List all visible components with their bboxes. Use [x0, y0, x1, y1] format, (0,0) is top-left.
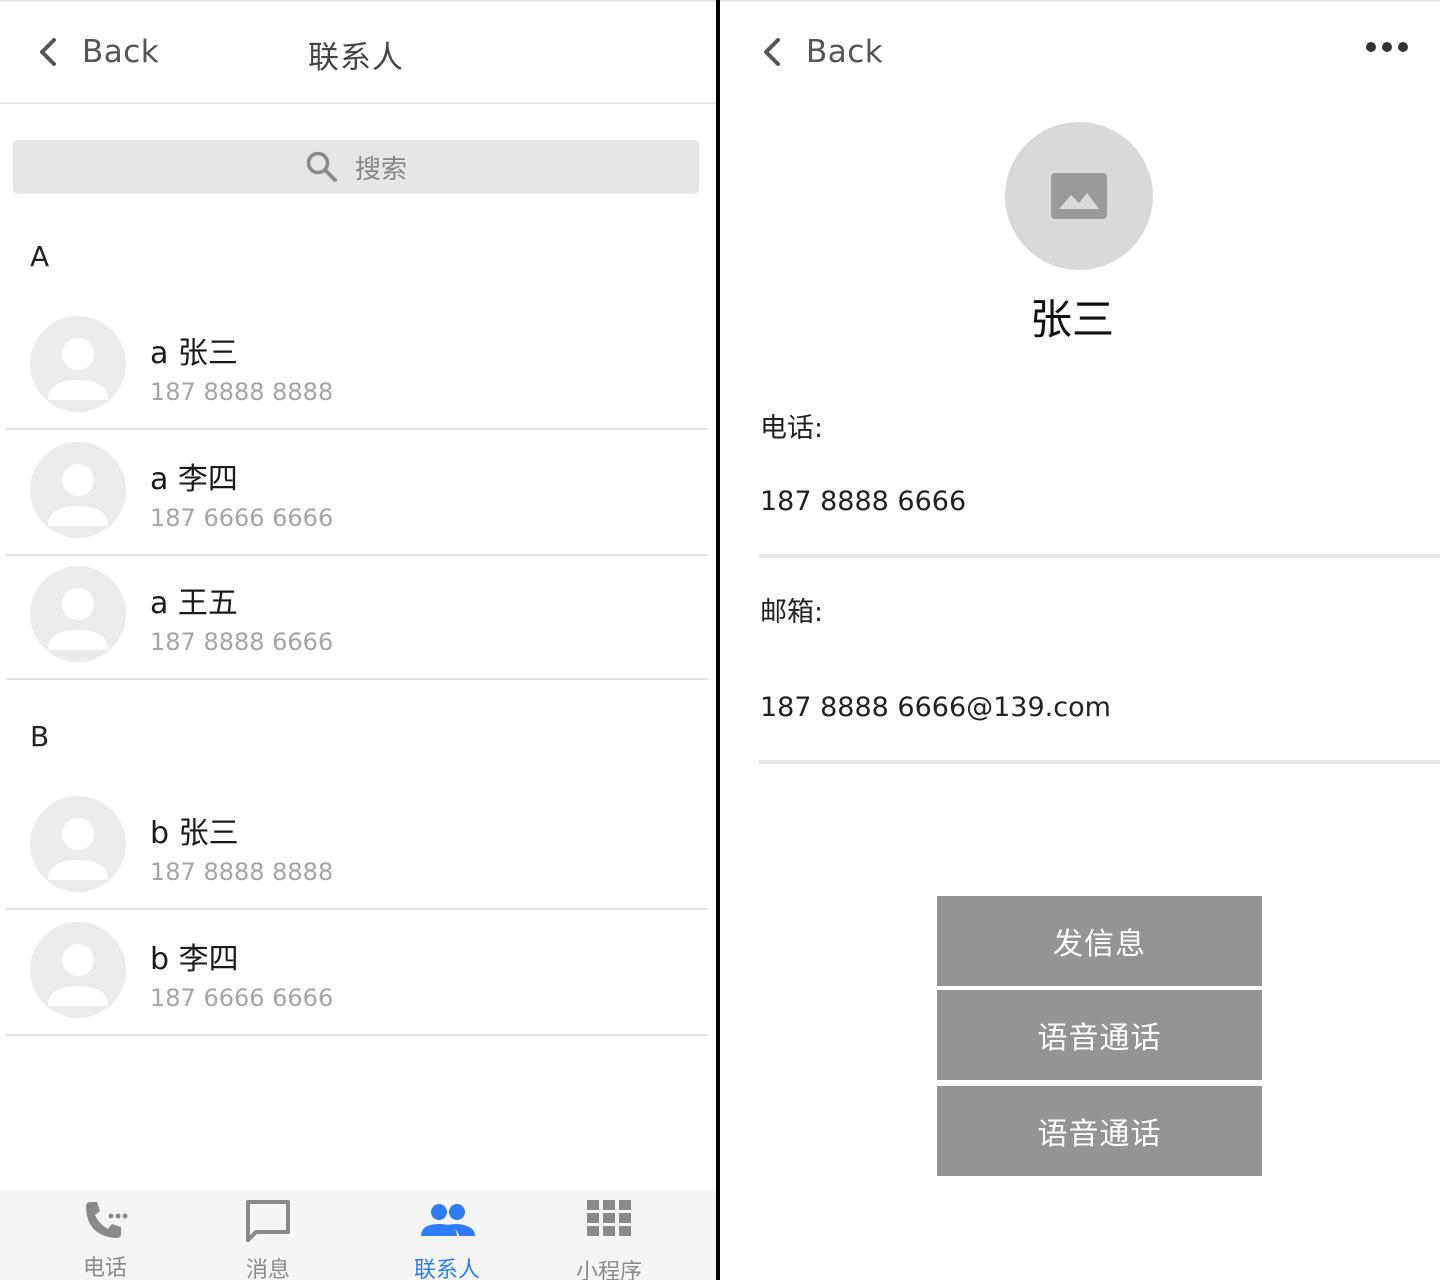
person-icon	[48, 818, 108, 880]
tab-messages-label: 消息	[245, 1258, 290, 1280]
contact-name: a 张三	[150, 336, 238, 371]
avatar	[30, 566, 126, 662]
voice-call-button[interactable]: 语音通话	[937, 990, 1262, 1080]
send-message-button[interactable]: 发信息	[937, 896, 1262, 986]
email-label: 邮箱:	[760, 597, 824, 628]
contact-name: a 王五	[150, 586, 238, 621]
divider	[759, 760, 1440, 764]
search-placeholder: 搜索	[354, 154, 407, 185]
search-icon	[306, 151, 337, 182]
image-placeholder-icon	[1051, 173, 1107, 219]
tab-phone-label: 电话	[82, 1256, 127, 1280]
phone-label: 电话:	[760, 413, 824, 444]
search-bar[interactable]: 搜索	[13, 140, 699, 194]
tab-mini-programs[interactable]: 小程序	[549, 1190, 669, 1280]
back-button[interactable]: Back	[758, 32, 883, 72]
email-value[interactable]: 187 8888 6666@139.com	[760, 692, 1111, 723]
back-label: Back	[806, 34, 884, 70]
more-horizontal-icon[interactable]	[1366, 42, 1408, 52]
divider	[759, 554, 1440, 558]
contact-name: a 李四	[150, 462, 238, 497]
person-icon	[48, 338, 108, 400]
contact-name: b 张三	[150, 816, 239, 851]
page-title: 联系人	[308, 40, 404, 76]
phone-icon	[86, 1202, 128, 1238]
chevron-left-icon	[764, 38, 780, 66]
tab-messages[interactable]: 消息	[208, 1190, 328, 1280]
person-icon	[48, 588, 108, 650]
contact-phone: 187 8888 8888	[150, 858, 334, 886]
avatar	[30, 922, 126, 1018]
avatar	[30, 796, 126, 892]
contact-phone: 187 6666 6666	[150, 984, 334, 1012]
section-header-a: A	[30, 240, 50, 273]
tab-bar: 电话 消息 联系人 小程序	[0, 1190, 716, 1280]
phone-value[interactable]: 187 8888 6666	[760, 486, 966, 517]
contact-avatar	[1005, 122, 1153, 270]
nav-bar: Back	[720, 2, 1440, 104]
contact-list-item[interactable]: a 王五 187 8888 6666	[6, 554, 708, 680]
tab-contacts[interactable]: 联系人	[387, 1190, 507, 1280]
person-icon	[48, 464, 108, 526]
person-icon	[48, 944, 108, 1006]
apps-grid-icon	[587, 1200, 631, 1236]
avatar	[30, 316, 126, 412]
contact-detail-screen: Back 张三 电话: 187 8888 6666 邮箱: 187 8888 6…	[720, 0, 1440, 1280]
contact-phone: 187 6666 6666	[150, 504, 334, 532]
tab-contacts-label: 联系人	[413, 1258, 480, 1280]
contacts-list-screen: Back 联系人 搜索 A a 张三 187 8888 8888 a 李四 18…	[0, 0, 716, 1280]
avatar	[30, 442, 126, 538]
contact-name: b 李四	[150, 942, 239, 977]
tab-phone[interactable]: 电话	[45, 1190, 165, 1280]
contact-list-item[interactable]: a 张三 187 8888 8888	[6, 304, 708, 430]
tab-mini-programs-label: 小程序	[575, 1260, 642, 1280]
contact-phone: 187 8888 8888	[150, 378, 334, 406]
contacts-icon	[421, 1204, 475, 1236]
message-icon	[246, 1200, 290, 1242]
voice-call-button-2[interactable]: 语音通话	[937, 1086, 1262, 1176]
contact-phone: 187 8888 6666	[150, 628, 334, 656]
contact-list-item[interactable]: a 李四 187 6666 6666	[6, 430, 708, 556]
nav-bar: Back 联系人	[0, 2, 716, 104]
contact-list-item[interactable]: b 张三 187 8888 8888	[6, 784, 708, 910]
section-header-b: B	[30, 720, 50, 753]
contact-name: 张三	[1029, 295, 1114, 344]
contact-list-item[interactable]: b 李四 187 6666 6666	[6, 910, 708, 1036]
